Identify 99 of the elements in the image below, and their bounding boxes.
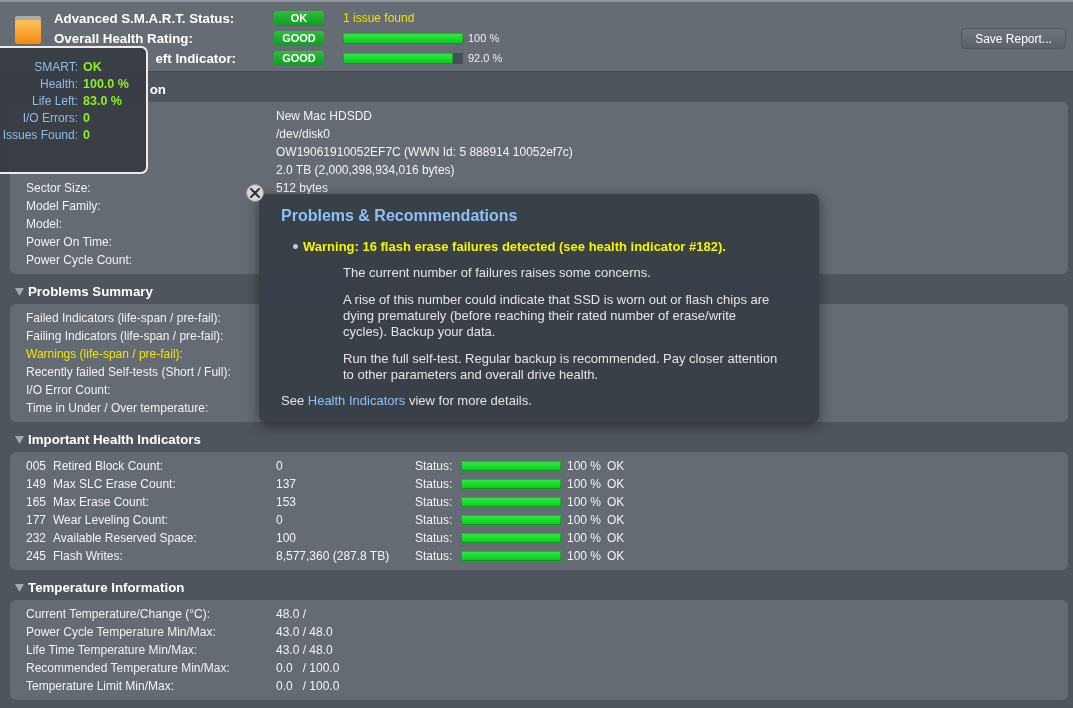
status-percent: 100 %	[567, 513, 602, 527]
disclosure-triangle-icon[interactable]	[15, 436, 24, 444]
field-label: Power On Time:	[26, 235, 113, 249]
status-label: Overall Health Rating:	[54, 30, 193, 46]
drive-icon	[15, 16, 41, 44]
health-indicators-link[interactable]: Health Indicators	[307, 393, 406, 408]
status-label: Status:	[415, 513, 453, 527]
field-value: 43.0 / 48.0	[276, 643, 333, 657]
field-label: Life Time Temperature Min/Max:	[26, 643, 198, 657]
summary-value: 100.0 %	[83, 76, 129, 91]
field-value: 43.0 / 48.0	[276, 625, 333, 639]
indicator-value: 8,577,360 (287.8 TB)	[276, 549, 390, 563]
section-title: on	[149, 82, 166, 98]
field-label: Sector Size:	[26, 181, 91, 195]
field-label: Model Family:	[26, 199, 101, 213]
field-label: Failed Indicators (life-span / pre-fail):	[26, 311, 221, 325]
rating-percent: 100 %	[468, 32, 500, 44]
issue-count-text: 1 issue found	[343, 11, 415, 25]
indicator-name: Max SLC Erase Count:	[53, 477, 176, 491]
field-label: I/O Error Count:	[26, 383, 111, 397]
section-title: Problems Summary	[28, 284, 153, 300]
section-title: Temperature Information	[28, 580, 185, 596]
summary-value: 83.0 %	[83, 93, 122, 108]
field-label: Power Cycle Count:	[26, 253, 133, 267]
indicator-id: 177	[26, 513, 47, 527]
recommendation-text: A rise of this number could indicate that SSD is worn out or flash chips are dying prematurely (before reaching their rated number of erase/write cycles). Backup your data.	[343, 292, 770, 340]
close-icon	[250, 188, 260, 198]
field-value: 512 bytes	[276, 181, 329, 195]
section-title: Important Health Indicators	[28, 432, 201, 448]
field-value: /dev/disk0	[276, 127, 331, 141]
indicator-id: 232	[26, 531, 47, 545]
status-text: OK	[607, 549, 625, 563]
indicator-name: Max Erase Count:	[53, 495, 150, 509]
indicator-name: Available Reserved Space:	[53, 531, 197, 545]
status-label: eft Indicator:	[155, 50, 236, 66]
field-label: Power Cycle Temperature Min/Max:	[26, 625, 216, 639]
status-label: Status:	[415, 531, 453, 545]
bullet-icon	[293, 243, 298, 249]
indicator-name: Wear Leveling Count:	[53, 513, 169, 527]
status-text: OK	[607, 459, 625, 473]
field-label: Failing Indicators (life-span / pre-fail):	[26, 329, 224, 343]
status-label: Status:	[415, 495, 453, 509]
field-value: OW19061910052EF7C (WWN Id: 5 888914 10052ef7c)	[276, 145, 573, 159]
field-label: Current Temperature/Change (°C):	[26, 607, 210, 621]
status-percent: 100 %	[567, 549, 602, 563]
indicator-id: 245	[26, 549, 47, 563]
popup-title: Problems & Recommendations	[281, 206, 518, 226]
field-value: 2.0 TB (2,000,398,934,016 bytes)	[276, 163, 455, 177]
field-label: Recommended Temperature Min/Max:	[26, 661, 230, 675]
status-badge: GOOD	[274, 30, 324, 46]
indicator-id: 005	[26, 459, 47, 473]
field-value: 48.0 /	[276, 607, 307, 621]
status-text: OK	[607, 495, 625, 509]
status-label: Status:	[415, 549, 453, 563]
indicator-id: 165	[26, 495, 47, 509]
summary-value: OK	[83, 59, 102, 74]
status-text: OK	[607, 531, 625, 545]
summary-label: SMART:	[34, 59, 78, 74]
recommendation-text: The current number of failures raises some concerns.	[343, 265, 651, 281]
field-label: Recently failed Self-tests (Short / Full):	[26, 365, 231, 379]
summary-value: 0	[83, 127, 90, 142]
field-label: Warnings (life-span / pre-fail):	[26, 347, 183, 361]
field-value: New Mac HDSDD	[276, 109, 372, 123]
status-badge: OK	[274, 10, 324, 26]
status-percent: 100 %	[567, 495, 602, 509]
indicator-value: 0	[276, 513, 283, 527]
status-text: OK	[607, 477, 625, 491]
summary-label: Health:	[39, 76, 78, 91]
status-percent: 100 %	[567, 477, 602, 491]
summary-label: Life Left:	[31, 93, 78, 108]
field-label: Temperature Limit Min/Max:	[26, 679, 175, 693]
indicator-value: 153	[276, 495, 297, 509]
status-label: Status:	[415, 459, 453, 473]
status-badge: GOOD	[274, 50, 324, 66]
summary-label: Issues Found:	[2, 127, 78, 142]
indicator-value: 0	[276, 459, 283, 473]
status-text: OK	[607, 513, 625, 527]
disclosure-triangle-icon[interactable]	[15, 288, 24, 296]
save-report-button[interactable]: Save Report...	[961, 28, 1066, 49]
recommendation-text: Run the full self-test. Regular backup is recommended. Pay closer attention to other parameters and overall drive health.	[343, 351, 778, 383]
indicator-id: 149	[26, 477, 47, 491]
status-percent: 100 %	[567, 459, 602, 473]
status-percent: 100 %	[567, 531, 602, 545]
status-label: Status:	[415, 477, 453, 491]
rating-percent: 92.0 %	[468, 52, 503, 64]
summary-label: I/O Errors:	[22, 110, 78, 125]
summary-value: 0	[83, 110, 90, 125]
indicator-name: Flash Writes:	[53, 549, 123, 563]
indicator-value: 137	[276, 477, 297, 491]
field-value: 0.0 / 100.0	[276, 661, 340, 675]
field-label: Model:	[26, 217, 63, 231]
status-label: Advanced S.M.A.R.T. Status:	[54, 10, 235, 26]
warning-text: Warning: 16 flash erase failures detected (see health indicator #182).	[303, 238, 726, 254]
indicator-name: Retired Block Count:	[53, 459, 164, 473]
indicator-value: 100	[276, 531, 297, 545]
field-label: Time in Under / Over temperature:	[26, 401, 209, 415]
details-hint-text: See Health Indicators view for more details.	[281, 393, 532, 409]
disclosure-triangle-icon[interactable]	[15, 584, 24, 592]
field-value: 0.0 / 100.0	[276, 679, 340, 693]
